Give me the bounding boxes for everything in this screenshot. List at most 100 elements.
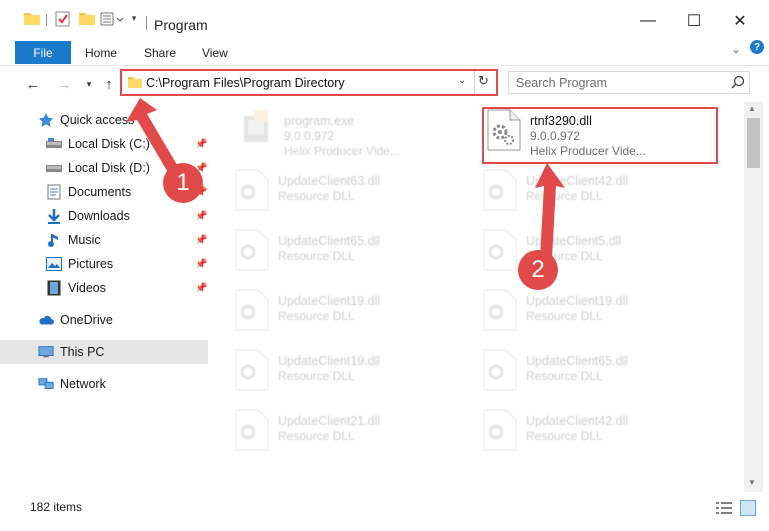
sidebar-item-downloads[interactable]: Downloads 📌 [0,204,208,228]
file-type: Resource DLL [278,369,355,383]
dll-file-icon [482,168,518,212]
title-bar: ▾ Program — ☐ ✕ [0,0,769,38]
search-icon[interactable] [730,75,746,91]
tab-view[interactable]: View [202,46,228,60]
chevron-down-icon[interactable]: ⌄ [458,75,466,86]
file-item-program-exe[interactable]: program.exe 9.0.0.972 Helix Producer Vid… [240,108,480,168]
quick-access-separator [46,14,47,26]
recent-locations-icon[interactable]: ▾ [79,74,99,94]
computer-icon [38,344,54,360]
list-item[interactable]: UpdateClient19.dll Resource DLL [234,348,474,408]
address-separator [474,71,475,94]
sidebar-item-videos[interactable]: Videos 📌 [0,276,208,300]
sidebar-item-label: Videos [68,281,106,295]
list-item[interactable]: UpdateClient65.dll Resource DLL [482,348,722,408]
customize-toolbar-icon[interactable] [100,11,130,27]
list-item[interactable]: UpdateClient19.dll Resource DLL [482,288,722,348]
scrollbar-thumb[interactable] [747,118,760,168]
dll-file-icon [234,288,270,332]
address-bar[interactable]: C:\Program Files\Program Directory ⌄ ↻ [120,69,498,96]
help-icon[interactable]: ? [750,40,764,54]
program-file-icon [240,108,276,152]
large-icons-view-icon[interactable] [740,500,756,516]
tab-share[interactable]: Share [144,46,176,60]
search-box[interactable] [508,71,750,94]
sidebar-item-this-pc[interactable]: This PC [0,340,208,364]
pin-icon[interactable]: 📌 [195,235,207,246]
pin-icon[interactable]: 📌 [195,139,207,150]
sidebar-item-label: Quick access [60,113,135,127]
file-type: Resource DLL [526,369,603,383]
list-item[interactable]: UpdateClient65.dll Resource DLL [234,228,474,288]
details-view-icon[interactable] [716,501,732,515]
file-type: Resource DLL [526,189,603,203]
dll-file-icon [482,228,518,272]
back-arrow-icon[interactable]: ← [23,74,43,94]
scroll-up-icon[interactable]: ▲ [748,104,756,113]
status-bar: 182 items [0,492,769,522]
tab-home[interactable]: Home [85,46,117,60]
target-file-highlight [482,107,718,164]
sidebar-item-label: Pictures [68,257,114,271]
new-folder-icon[interactable] [79,11,95,25]
navigation-pane: Quick access Local Disk (C:) 📌 Local Dis… [0,102,210,492]
refresh-icon[interactable]: ↻ [478,73,489,89]
file-name: program.exe [284,114,355,128]
scroll-down-icon[interactable]: ▼ [748,478,756,487]
list-item[interactable]: UpdateClient5.dll Resource DLL [482,228,722,288]
sidebar-item-label: This PC [60,345,105,359]
dll-file-icon [482,408,518,452]
pin-icon[interactable]: 📌 [195,211,207,222]
file-name: UpdateClient63.dll [278,174,381,188]
vertical-scrollbar[interactable]: ▲ ▼ [744,102,763,492]
list-item[interactable]: UpdateClient19.dll Resource DLL [234,288,474,348]
chevron-down-icon[interactable]: ▾ [129,11,139,25]
list-item[interactable]: UpdateClient63.dll Resource DLL [234,168,474,228]
folder-icon[interactable] [24,11,40,25]
list-item[interactable]: UpdateClient21.dll Resource DLL [234,408,474,468]
file-name: UpdateClient21.dll [278,414,381,428]
pictures-icon [46,256,62,272]
dll-file-icon [234,168,270,212]
file-name: UpdateClient65.dll [278,234,381,248]
properties-check-icon[interactable] [55,11,71,27]
drive-icon [46,160,62,176]
address-path[interactable]: C:\Program Files\Program Directory [146,76,345,90]
file-description: Helix Producer Vide... [284,144,400,158]
file-type: Resource DLL [278,429,355,443]
window-title: Program [154,17,208,33]
sidebar-item-network[interactable]: Network [0,372,208,396]
file-version: 9.0.0.972 [284,129,335,143]
sidebar-item-local-disk-c[interactable]: Local Disk (C:) 📌 [0,132,208,156]
pin-icon[interactable]: 📌 [195,259,207,270]
up-arrow-icon[interactable]: ↑ [99,74,119,94]
step-2-marker: 2 [518,250,558,290]
file-type: Resource DLL [278,309,355,323]
sidebar-item-quick-access[interactable]: Quick access [0,108,208,132]
network-icon [38,376,54,392]
sidebar-item-music[interactable]: Music 📌 [0,228,208,252]
file-name: UpdateClient19.dll [526,294,629,308]
search-input[interactable] [516,76,716,90]
list-item[interactable]: UpdateClient42.dll Resource DLL [482,168,722,228]
star-icon [38,112,54,128]
minimize-button[interactable]: — [625,6,671,36]
pin-icon[interactable]: 📌 [195,283,207,294]
dll-file-icon [482,288,518,332]
download-icon [46,208,62,224]
sidebar-item-label: Network [60,377,106,391]
sidebar-item-pictures[interactable]: Pictures 📌 [0,252,208,276]
dll-file-icon [234,228,270,272]
file-name: UpdateClient42.dll [526,414,629,428]
dll-file-icon [234,408,270,452]
tab-file[interactable]: File [15,41,71,64]
sidebar-item-onedrive[interactable]: OneDrive [0,308,208,332]
file-type: Resource DLL [526,429,603,443]
sidebar-item-label: Documents [68,185,132,199]
cloud-icon [38,312,54,328]
maximize-button[interactable]: ☐ [671,6,717,36]
forward-arrow-icon[interactable]: → [54,74,74,94]
close-button[interactable]: ✕ [717,6,763,36]
expand-ribbon-icon[interactable]: ⌄ [728,41,744,57]
list-item[interactable]: UpdateClient42.dll Resource DLL [482,408,722,468]
